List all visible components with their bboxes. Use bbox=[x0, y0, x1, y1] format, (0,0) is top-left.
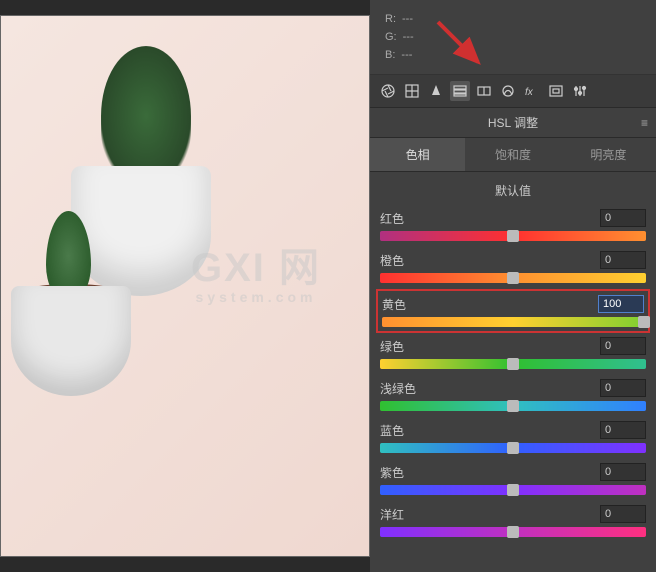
panel-header: HSL 调整 ≡ bbox=[370, 108, 656, 138]
slider-green-label: 绿色 bbox=[380, 338, 404, 355]
slider-blue-input[interactable] bbox=[600, 421, 646, 439]
slider-ltgreen-thumb[interactable] bbox=[507, 400, 519, 412]
slider-ltgreen-label: 浅绿色 bbox=[380, 380, 416, 397]
aperture-icon[interactable] bbox=[378, 81, 398, 101]
slider-blue-track[interactable] bbox=[380, 443, 646, 453]
grid-icon[interactable] bbox=[402, 81, 422, 101]
sliders-icon[interactable] bbox=[570, 81, 590, 101]
adjustments-panel: R:--- G:--- B:--- fx HSL 调整 ≡ 色相 饱和度 明亮度… bbox=[370, 0, 656, 572]
slider-green-track[interactable] bbox=[380, 359, 646, 369]
panel-title: HSL 调整 bbox=[488, 116, 538, 130]
hsl-tabs: 色相 饱和度 明亮度 bbox=[370, 138, 656, 172]
sharpen-icon[interactable] bbox=[426, 81, 446, 101]
defaults-link[interactable]: 默认值 bbox=[370, 172, 656, 205]
hsl-icon[interactable] bbox=[450, 81, 470, 101]
slider-magenta-track[interactable] bbox=[380, 527, 646, 537]
slider-orange-input[interactable] bbox=[600, 251, 646, 269]
slider-magenta-input[interactable] bbox=[600, 505, 646, 523]
slider-purple: 紫色 bbox=[380, 463, 646, 495]
slider-purple-thumb[interactable] bbox=[507, 484, 519, 496]
slider-green: 绿色 bbox=[380, 337, 646, 369]
slider-yellow-thumb[interactable] bbox=[638, 316, 650, 328]
slider-red-track[interactable] bbox=[380, 231, 646, 241]
slider-orange-label: 橙色 bbox=[380, 252, 404, 269]
split-tone-icon[interactable] bbox=[474, 81, 494, 101]
slider-magenta-label: 洋红 bbox=[380, 506, 404, 523]
slider-group: 红色 橙色 黄色 绿色 bbox=[370, 205, 656, 557]
slider-green-input[interactable] bbox=[600, 337, 646, 355]
slider-orange-track[interactable] bbox=[380, 273, 646, 283]
slider-yellow: 黄色 bbox=[380, 293, 646, 329]
slider-purple-input[interactable] bbox=[600, 463, 646, 481]
slider-magenta-thumb[interactable] bbox=[507, 526, 519, 538]
slider-blue-thumb[interactable] bbox=[507, 442, 519, 454]
slider-red-label: 红色 bbox=[380, 210, 404, 227]
tab-lightness[interactable]: 明亮度 bbox=[561, 138, 656, 171]
tab-saturation[interactable]: 饱和度 bbox=[465, 138, 560, 171]
slider-orange-thumb[interactable] bbox=[507, 272, 519, 284]
slider-green-thumb[interactable] bbox=[507, 358, 519, 370]
preview-pot-2 bbox=[11, 286, 131, 396]
fx-icon[interactable]: fx bbox=[522, 81, 542, 101]
slider-ltgreen: 浅绿色 bbox=[380, 379, 646, 411]
slider-magenta: 洋红 bbox=[380, 505, 646, 537]
tab-hue[interactable]: 色相 bbox=[370, 138, 465, 171]
annotation-arrow bbox=[430, 14, 490, 79]
slider-purple-label: 紫色 bbox=[380, 464, 404, 481]
panel-menu-icon[interactable]: ≡ bbox=[641, 116, 648, 130]
adjustment-toolbar: fx bbox=[370, 75, 656, 108]
slider-yellow-label: 黄色 bbox=[382, 296, 406, 313]
image-preview: GXI 网 system.com bbox=[0, 15, 370, 557]
slider-yellow-input[interactable] bbox=[598, 295, 644, 313]
slider-red-input[interactable] bbox=[600, 209, 646, 227]
slider-red-thumb[interactable] bbox=[507, 230, 519, 242]
slider-purple-track[interactable] bbox=[380, 485, 646, 495]
slider-red: 红色 bbox=[380, 209, 646, 241]
curves-icon[interactable] bbox=[498, 81, 518, 101]
svg-text:fx: fx bbox=[525, 87, 534, 98]
slider-yellow-track[interactable] bbox=[382, 317, 644, 327]
slider-blue: 蓝色 bbox=[380, 421, 646, 453]
slider-ltgreen-input[interactable] bbox=[600, 379, 646, 397]
rgb-readout: R:--- G:--- B:--- bbox=[370, 0, 656, 75]
slider-orange: 橙色 bbox=[380, 251, 646, 283]
slider-ltgreen-track[interactable] bbox=[380, 401, 646, 411]
frame-icon[interactable] bbox=[546, 81, 566, 101]
slider-blue-label: 蓝色 bbox=[380, 422, 404, 439]
